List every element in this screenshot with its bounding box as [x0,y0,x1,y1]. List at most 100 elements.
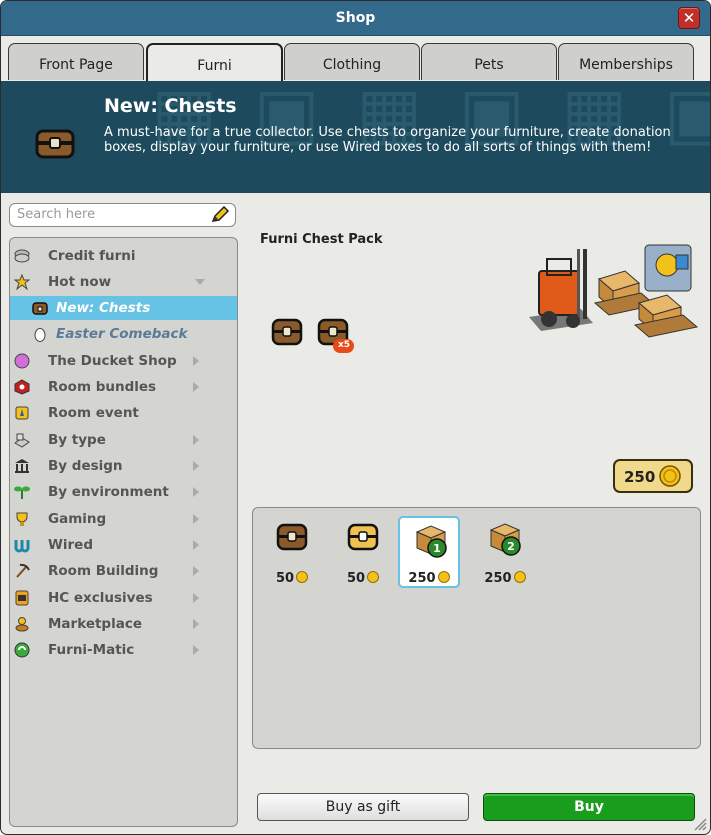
search-placeholder: Search here [17,207,96,222]
nav-item-marketplace[interactable]: Marketplace [10,612,237,636]
pencil-icon[interactable] [210,206,230,224]
box-green-1-icon: 1 [415,525,447,558]
offer-item[interactable]: 50 [332,516,394,588]
offer-price: 50 [261,571,323,586]
nav-item-hc-exclusives[interactable]: HC exclusives [10,586,237,610]
offer-price: 250 [400,571,458,586]
trophy-icon [16,512,28,526]
offer-item[interactable]: 50 [261,516,323,588]
chevron-right-icon [193,382,199,392]
wired-icon [14,540,30,553]
category-nav: Credit furni Hot now New: Chests Easter … [9,237,238,827]
nav-item-by-design[interactable]: By design [10,454,237,478]
tab-memberships[interactable]: Memberships [558,43,694,80]
svg-text:2: 2 [507,540,515,553]
nav-label: New: Chests [56,300,151,316]
forklift-image [529,244,699,338]
chevron-right-icon [193,487,199,497]
box-green-2-icon: 2 [489,523,521,556]
coin-icon [367,571,380,583]
banner-title: New: Chests [104,95,237,117]
coin-icon [659,465,681,487]
chevron-right-icon [193,540,199,550]
nav-item-new-chests[interactable]: New: Chests [10,296,237,320]
nav-item-credit-furni[interactable]: Credit furni [10,244,237,268]
nav-item-wired[interactable]: Wired [10,533,237,557]
price-value: 250 [624,468,656,486]
tab-pets[interactable]: Pets [421,43,557,80]
coin-icon [296,571,309,583]
chest-gold-icon [347,523,379,551]
chevron-right-icon [193,514,199,524]
nav-label: Gaming [48,511,107,527]
ducket-icon [14,353,30,369]
nav-item-room-event[interactable]: Room event [10,401,237,425]
nav-item-by-type[interactable]: By type [10,428,237,452]
offer-item-selected[interactable]: 1 250 [398,516,460,588]
resize-grip-icon[interactable] [691,815,707,831]
nav-item-furni-matic[interactable]: Furni-Matic [10,638,237,662]
chevron-down-icon [195,279,205,285]
egg-icon [34,328,46,342]
chevron-right-icon [193,593,199,603]
close-icon: ✕ [682,9,696,27]
chest-brown-icon [271,318,303,346]
close-button[interactable]: ✕ [678,7,700,29]
type-icon [14,433,30,448]
nav-item-room-bundles[interactable]: Room bundles [10,375,237,399]
banner-description: A must-have for a true collector. Use ch… [104,125,671,155]
window-title: Shop [335,10,376,26]
nav-label: By type [48,432,106,448]
nav-label: Furni-Matic [48,642,135,658]
nav-item-room-building[interactable]: Room Building [10,559,237,583]
buy-as-gift-button[interactable]: Buy as gift [257,793,469,821]
credit-icon [14,249,30,263]
recycle-icon [14,642,30,658]
nav-label: Room event [48,405,139,421]
tab-furni[interactable]: Furni [146,43,283,83]
offer-item[interactable]: 2 250 [474,516,536,588]
marketplace-icon [15,617,29,632]
nav-item-easter-comeback[interactable]: Easter Comeback [10,322,237,346]
offer-grid: 50 50 1 250 2 250 [252,507,701,749]
nav-label: Room Building [48,563,159,579]
nav-label: By design [48,458,123,474]
nav-label: Marketplace [48,616,142,632]
star-icon [14,274,30,290]
offer-price: 50 [332,571,394,586]
svg-text:1: 1 [433,542,441,555]
bundle-icon [14,379,30,395]
plant-icon [14,486,30,499]
chevron-right-icon [193,566,199,576]
quantity-badge: x5 [338,340,351,350]
nav-item-ducket-shop[interactable]: The Ducket Shop [10,349,237,373]
nav-label: Credit furni [48,248,136,264]
title-bar[interactable]: Shop ✕ [1,1,710,36]
nav-item-hot-now[interactable]: Hot now [10,270,237,294]
coin-icon [437,571,450,583]
offer-price: 250 [474,571,536,586]
chevron-right-icon [193,645,199,655]
nav-label: Easter Comeback [56,326,188,342]
chest-icon [35,129,75,159]
tab-clothing[interactable]: Clothing [284,43,420,80]
nav-label: Wired [48,537,93,553]
event-icon [15,406,29,420]
banner: ▦ ▣ ▦ ▣ ▦ ▣ New: Chests A must-have for … [1,81,710,193]
search-input[interactable]: Search here [9,203,236,227]
nav-item-by-environment[interactable]: By environment [10,480,237,504]
shop-window: Shop ✕ Front Page Furni Clothing Pets Me… [0,0,711,835]
tab-front-page[interactable]: Front Page [8,43,144,80]
nav-label: HC exclusives [48,590,153,606]
coin-icon [513,571,526,583]
nav-item-gaming[interactable]: Gaming [10,507,237,531]
chevron-right-icon [193,461,199,471]
nav-label: By environment [48,484,169,500]
pickaxe-icon [16,563,30,578]
chest-brown-icon [276,523,308,551]
chevron-right-icon [193,619,199,629]
nav-label: Hot now [48,274,112,290]
nav-label: The Ducket Shop [48,353,177,369]
buy-button[interactable]: Buy [483,793,695,821]
chevron-right-icon [193,356,199,366]
